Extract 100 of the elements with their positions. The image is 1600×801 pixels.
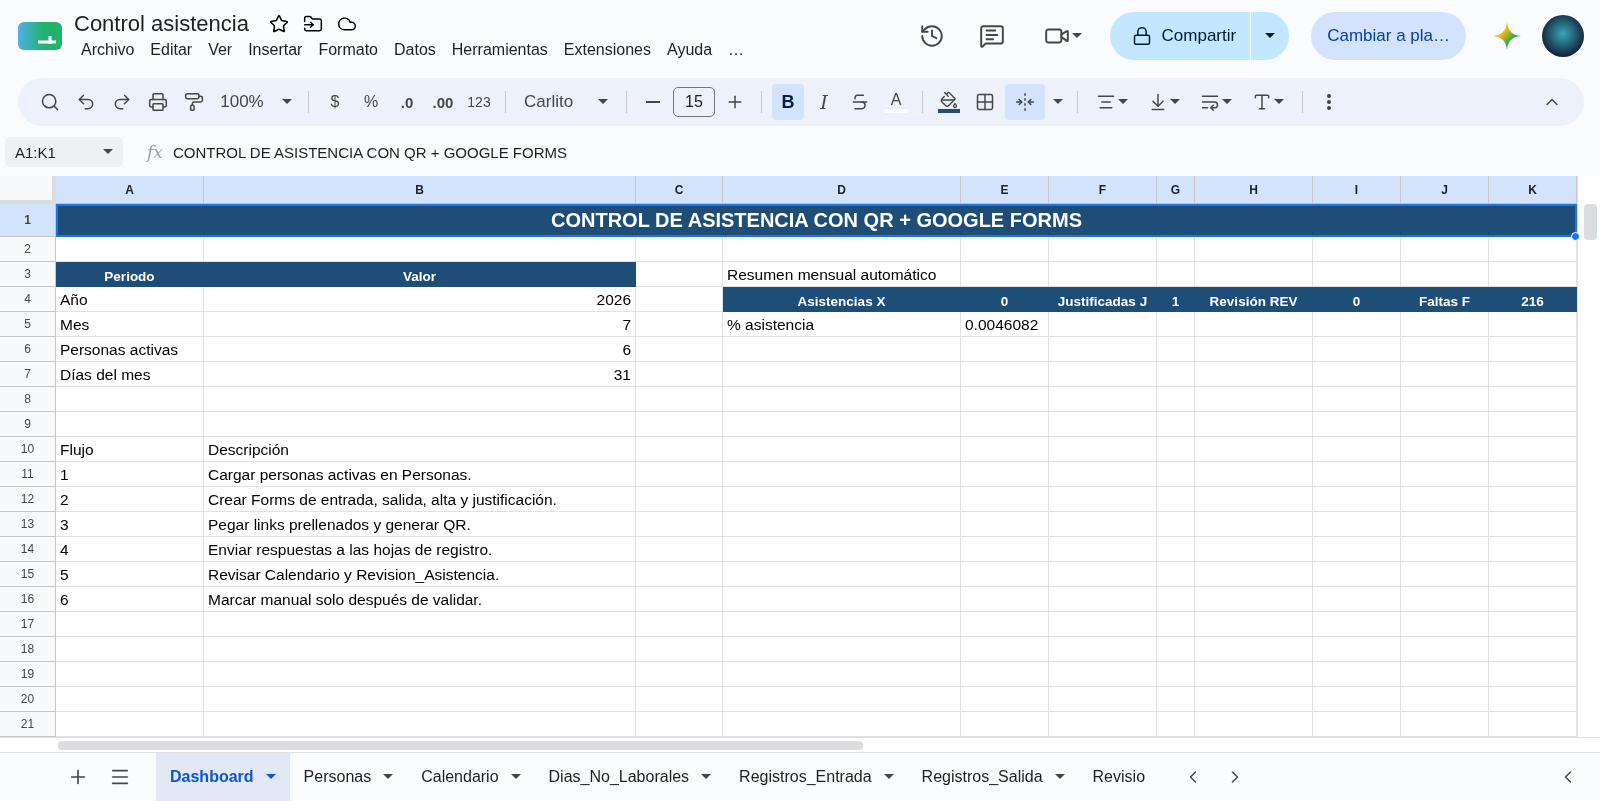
empty-cell[interactable] (1195, 412, 1313, 437)
empty-cell[interactable] (1313, 612, 1401, 637)
empty-cell[interactable] (723, 362, 961, 387)
empty-cell[interactable] (723, 337, 961, 362)
empty-cell[interactable] (723, 487, 961, 512)
empty-cell[interactable] (1049, 637, 1157, 662)
empty-cell[interactable] (1049, 562, 1157, 587)
empty-cell[interactable] (961, 612, 1049, 637)
column-header[interactable]: D (723, 176, 961, 204)
empty-cell[interactable] (1401, 437, 1489, 462)
sheet-tab[interactable]: Dias_No_Laborales (534, 753, 726, 801)
share-button[interactable]: Compartir (1109, 12, 1251, 60)
column-header[interactable]: G (1157, 176, 1195, 204)
empty-cell[interactable] (636, 612, 723, 637)
empty-cell[interactable] (1157, 312, 1195, 337)
row-header[interactable]: 15 (0, 562, 56, 587)
empty-cell[interactable] (961, 537, 1049, 562)
empty-cell[interactable] (961, 412, 1049, 437)
row-header[interactable]: 14 (0, 537, 56, 562)
empty-cell[interactable] (961, 687, 1049, 712)
menu-item[interactable]: Herramientas (444, 39, 555, 61)
empty-cell[interactable] (961, 387, 1049, 412)
empty-cell[interactable] (723, 437, 961, 462)
row-header[interactable]: 12 (0, 487, 56, 512)
empty-cell[interactable] (1157, 512, 1195, 537)
empty-cell[interactable] (1313, 412, 1401, 437)
menu-item[interactable]: Extensiones (556, 39, 658, 61)
empty-cell[interactable] (1049, 387, 1157, 412)
empty-cell[interactable] (1157, 412, 1195, 437)
empty-cell[interactable] (1195, 587, 1313, 612)
font-size-field[interactable]: 15 (673, 87, 715, 117)
empty-cell[interactable] (1195, 362, 1313, 387)
empty-cell[interactable] (961, 437, 1049, 462)
empty-cell[interactable] (1195, 337, 1313, 362)
empty-cell[interactable] (723, 512, 961, 537)
menu-item[interactable]: Formato (311, 39, 385, 61)
empty-cell[interactable] (636, 237, 723, 262)
row-header[interactable]: 17 (0, 612, 56, 637)
sheet-tab[interactable]: Calendario (407, 753, 535, 801)
empty-cell[interactable] (1313, 587, 1401, 612)
empty-cell[interactable] (204, 637, 636, 662)
row-header[interactable]: 21 (0, 712, 56, 737)
empty-cell[interactable] (723, 687, 961, 712)
empty-cell[interactable] (1401, 412, 1489, 437)
empty-cell[interactable] (723, 462, 961, 487)
empty-cell[interactable] (1401, 587, 1489, 612)
share-options-button[interactable] (1250, 12, 1290, 60)
document-title[interactable]: Control asistencia (74, 11, 249, 37)
row-header[interactable]: 6 (0, 337, 56, 362)
row-header[interactable]: 2 (0, 237, 56, 262)
empty-cell[interactable] (723, 587, 961, 612)
row-header[interactable]: 8 (0, 387, 56, 412)
vertical-scrollbar-thumb[interactable] (1584, 204, 1597, 240)
empty-cell[interactable] (961, 637, 1049, 662)
empty-cell[interactable] (636, 637, 723, 662)
more-menus-button[interactable]: … (721, 39, 752, 61)
text-color-button[interactable]: A (880, 84, 912, 120)
empty-cell[interactable] (1195, 237, 1313, 262)
empty-cell[interactable] (1157, 687, 1195, 712)
empty-cell[interactable] (1313, 237, 1401, 262)
empty-cell[interactable] (1401, 337, 1489, 362)
empty-cell[interactable] (1157, 662, 1195, 687)
empty-cell[interactable] (636, 412, 723, 437)
row-header[interactable]: 13 (0, 512, 56, 537)
row-header[interactable]: 11 (0, 462, 56, 487)
empty-cell[interactable] (723, 637, 961, 662)
empty-cell[interactable] (1157, 637, 1195, 662)
empty-cell[interactable] (1401, 237, 1489, 262)
empty-cell[interactable] (1401, 462, 1489, 487)
empty-cell[interactable] (1157, 562, 1195, 587)
empty-cell[interactable] (1401, 387, 1489, 412)
empty-cell[interactable] (1313, 537, 1401, 562)
empty-cell[interactable] (1049, 462, 1157, 487)
sheet-tab[interactable]: Personas (289, 753, 408, 801)
empty-cell[interactable] (1157, 487, 1195, 512)
currency-button[interactable]: $ (319, 84, 351, 120)
font-dropdown[interactable]: Carlito (516, 84, 616, 120)
sheet-tab[interactable]: Revisio (1078, 753, 1160, 801)
menu-item[interactable]: Ver (201, 39, 240, 61)
empty-cell[interactable] (1313, 562, 1401, 587)
merge-cells-button[interactable] (1005, 84, 1045, 120)
empty-cell[interactable] (1313, 637, 1401, 662)
empty-cell[interactable] (1313, 437, 1401, 462)
empty-cell[interactable] (723, 612, 961, 637)
empty-cell[interactable] (1313, 687, 1401, 712)
sheet-tab[interactable]: Registros_Entrada (725, 753, 908, 801)
empty-cell[interactable] (961, 487, 1049, 512)
empty-cell[interactable] (1313, 362, 1401, 387)
empty-cell[interactable] (723, 387, 961, 412)
empty-cell[interactable] (1313, 312, 1401, 337)
row-header[interactable]: 3 (0, 262, 56, 287)
empty-cell[interactable] (1195, 487, 1313, 512)
menu-item[interactable]: Archivo (74, 39, 142, 61)
empty-cell[interactable] (1049, 587, 1157, 612)
column-header[interactable]: J (1401, 176, 1489, 204)
empty-cell[interactable] (1157, 387, 1195, 412)
row-header[interactable]: 10 (0, 437, 56, 462)
empty-cell[interactable] (723, 537, 961, 562)
move-folder-icon[interactable] (302, 14, 323, 34)
empty-cell[interactable] (961, 662, 1049, 687)
